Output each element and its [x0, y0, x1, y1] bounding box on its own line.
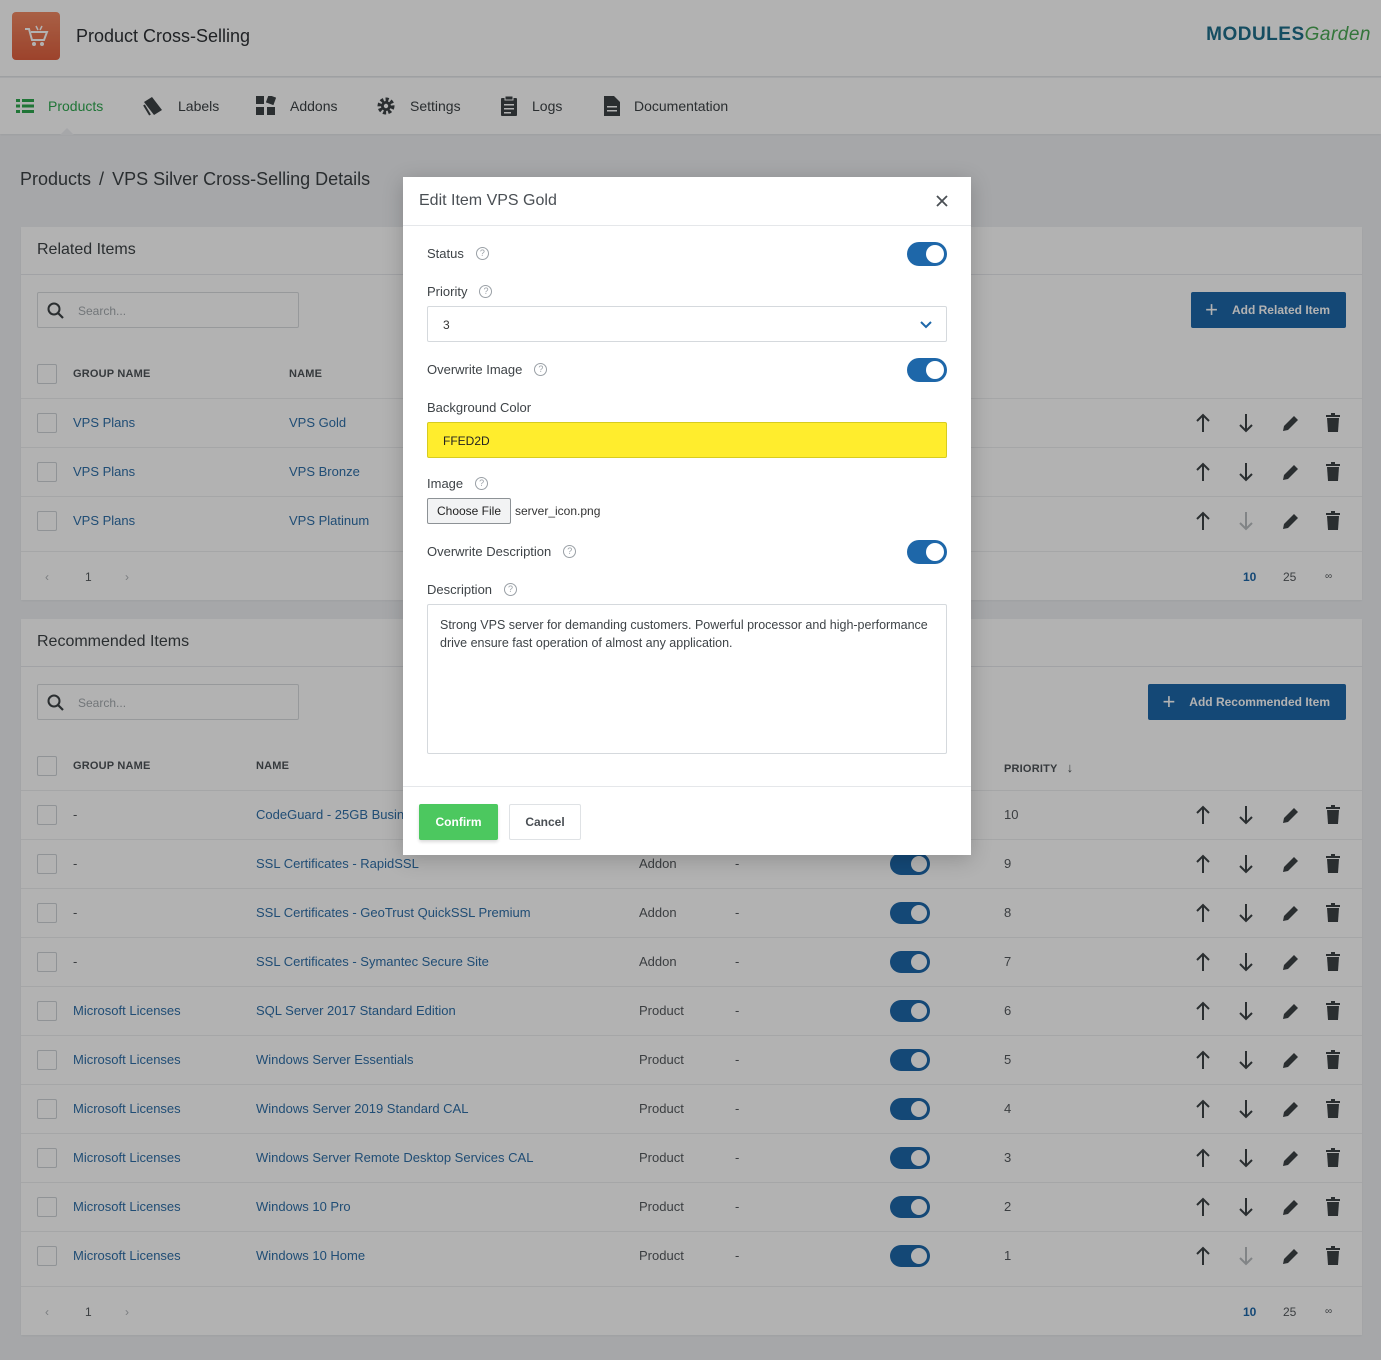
- status-toggle[interactable]: [907, 242, 947, 266]
- priority-label-text: Priority: [427, 284, 468, 299]
- overwrite-image-label-text: Overwrite Image: [427, 362, 523, 377]
- image-label-text: Image: [427, 476, 464, 491]
- priority-value: 3: [443, 318, 450, 332]
- description-textarea[interactable]: Strong VPS server for demanding customer…: [427, 604, 947, 754]
- background-color-value: FFED2D: [443, 434, 490, 448]
- cancel-button[interactable]: Cancel: [509, 804, 581, 840]
- background-color-label-text: Background Color: [427, 400, 532, 415]
- help-icon[interactable]: ?: [479, 285, 493, 298]
- modal-title: Edit Item VPS Gold: [419, 192, 557, 209]
- modal-header: Edit Item VPS Gold: [403, 177, 971, 226]
- overwrite-image-toggle[interactable]: [907, 358, 947, 382]
- overwrite-description-label: Overwrite Description?: [427, 544, 577, 559]
- status-label-text: Status: [427, 246, 464, 261]
- help-icon[interactable]: ?: [563, 545, 577, 558]
- edit-item-modal: Edit Item VPS Gold Status? Priority? 3 O…: [403, 177, 971, 855]
- confirm-button[interactable]: Confirm: [419, 804, 498, 840]
- file-name: server_icon.png: [515, 504, 601, 518]
- image-label: Image?: [427, 476, 489, 491]
- background-color-input[interactable]: FFED2D: [427, 422, 947, 458]
- help-icon[interactable]: ?: [475, 247, 489, 260]
- overwrite-description-toggle[interactable]: [907, 540, 947, 564]
- help-icon[interactable]: ?: [475, 477, 489, 490]
- help-icon[interactable]: ?: [534, 363, 548, 376]
- help-icon[interactable]: ?: [504, 583, 518, 596]
- status-label: Status?: [427, 246, 489, 261]
- overwrite-description-label-text: Overwrite Description: [427, 544, 552, 559]
- priority-label: Priority?: [427, 284, 493, 299]
- background-color-label: Background Color: [427, 400, 531, 415]
- close-icon[interactable]: [935, 194, 949, 208]
- modal-footer: Confirm Cancel: [403, 786, 971, 855]
- priority-select[interactable]: 3: [427, 306, 947, 342]
- choose-file-button[interactable]: Choose File: [427, 498, 511, 524]
- chevron-down-icon: [920, 321, 932, 329]
- description-label: Description?: [427, 582, 518, 597]
- overwrite-image-label: Overwrite Image?: [427, 362, 548, 377]
- description-label-text: Description: [427, 582, 493, 597]
